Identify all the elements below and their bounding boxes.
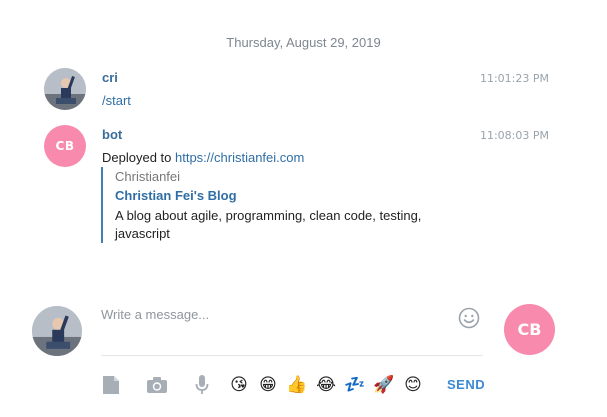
message-text-prefix: Deployed to	[102, 150, 175, 165]
camera-icon[interactable]	[146, 374, 168, 396]
own-avatar[interactable]	[32, 306, 82, 356]
sender-name[interactable]: bot	[102, 127, 122, 142]
peer-avatar[interactable]: CB	[504, 304, 555, 355]
file-icon[interactable]	[100, 374, 122, 396]
message-text[interactable]: /start	[102, 93, 131, 108]
preview-title[interactable]: Christian Fei's Blog	[115, 188, 237, 203]
sender-name[interactable]: cri	[102, 70, 118, 85]
message-time: 11:08:03 PM	[479, 129, 549, 142]
emoji-grinning-face[interactable]: 😁	[257, 374, 279, 396]
emoji-smiling-face[interactable]: 😊	[402, 374, 424, 396]
microphone-icon[interactable]	[191, 374, 213, 396]
emoji-picker-icon[interactable]	[458, 307, 480, 329]
user-avatar[interactable]	[44, 68, 86, 110]
link-preview[interactable]: Christianfei Christian Fei's Blog A blog…	[101, 167, 461, 243]
preview-site-name: Christianfei	[115, 169, 181, 184]
message-input[interactable]	[101, 304, 483, 356]
preview-description: A blog about agile, programming, clean c…	[115, 208, 422, 241]
date-separator: Thursday, August 29, 2019	[226, 35, 381, 50]
bot-avatar[interactable]: CB	[44, 125, 86, 167]
message-time: 11:01:23 PM	[479, 72, 549, 85]
user-photo-icon	[44, 68, 86, 110]
message-link[interactable]: https://christianfei.com	[175, 150, 304, 165]
emoji-tears-of-joy[interactable]: 😂	[315, 374, 337, 396]
user-photo-icon	[32, 306, 82, 356]
message-text: Deployed to https://christianfei.com	[102, 150, 304, 165]
emoji-rocket[interactable]: 🚀	[373, 374, 395, 396]
emoji-kissing-face[interactable]: 😘	[228, 374, 250, 396]
emoji-thumbs-up[interactable]: 👍	[286, 374, 308, 396]
send-button[interactable]: SEND	[447, 377, 485, 392]
emoji-zzz[interactable]: 💤	[344, 374, 366, 396]
